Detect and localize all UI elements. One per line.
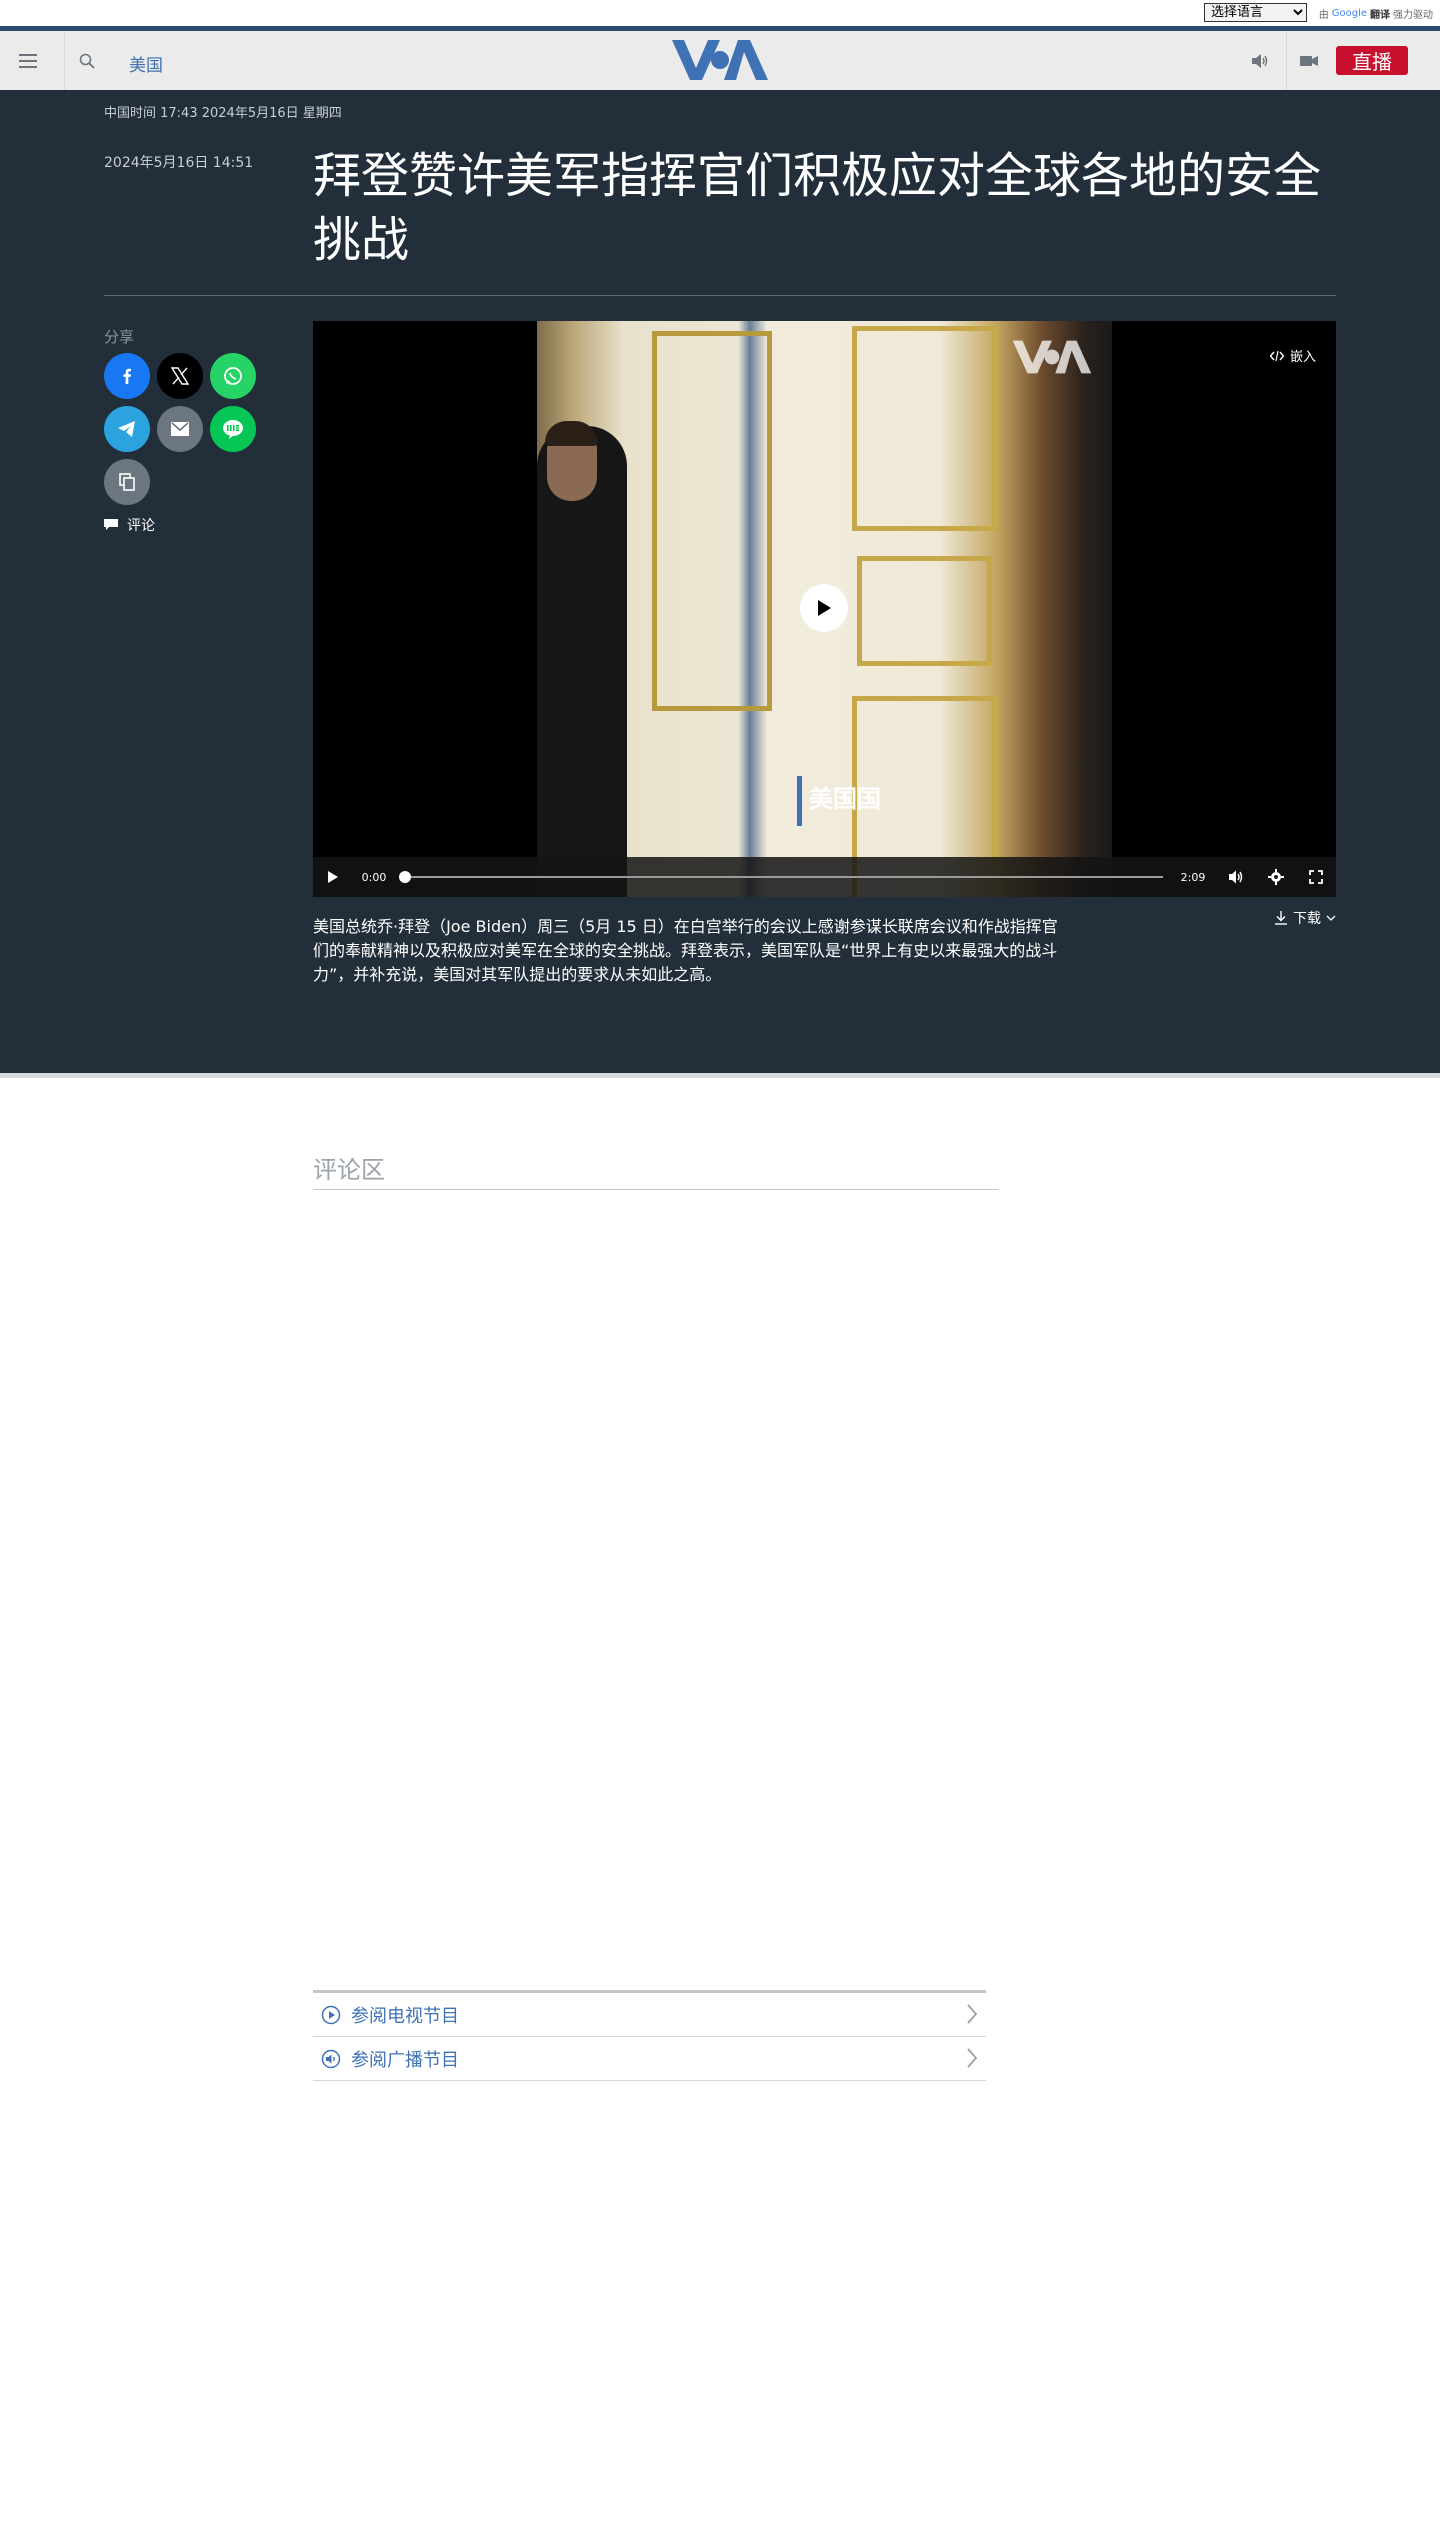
whatsapp-share-button[interactable] [210, 353, 256, 399]
google-logo-icon: Google [1332, 8, 1367, 19]
video-player[interactable]: 美国国 嵌入 0:00 2:09 [313, 321, 1336, 897]
chevron-right-icon [967, 2004, 978, 2024]
publish-date: 2024年5月16日 14:51 [104, 155, 254, 171]
current-time: 0:00 [361, 870, 387, 884]
fullscreen-button[interactable] [1302, 857, 1330, 897]
program-link-tv[interactable]: 参阅电视节目 [313, 1993, 986, 2037]
facebook-icon [123, 368, 131, 384]
audio-circle-icon [321, 2049, 341, 2068]
door-panel-decoration [852, 326, 997, 531]
voa-logo[interactable] [670, 38, 770, 82]
chevron-down-icon [1326, 915, 1336, 921]
play-icon [328, 871, 338, 883]
comments-section-title: 评论区 [313, 1150, 999, 1190]
program-link-label: 参阅广播节目 [351, 2049, 459, 2071]
progress-bar[interactable] [403, 876, 1163, 878]
play-button[interactable] [319, 857, 347, 897]
facebook-share-button[interactable] [104, 353, 150, 399]
play-icon [818, 600, 831, 616]
copy-icon [119, 473, 135, 491]
voa-watermark-icon [1012, 340, 1092, 374]
translate-word[interactable]: 翻译 [1370, 6, 1390, 21]
line-share-button[interactable] [210, 406, 256, 452]
whatsapp-icon [224, 367, 242, 385]
search-icon[interactable] [64, 31, 108, 90]
person-hair [545, 421, 597, 446]
download-icon [1275, 911, 1287, 925]
telegram-icon [118, 421, 135, 437]
comment-link[interactable]: 评论 [104, 515, 155, 535]
download-label: 下载 [1293, 911, 1321, 927]
comment-icon [104, 519, 118, 530]
email-share-button[interactable] [157, 406, 203, 452]
powered-prefix: 由 [1318, 10, 1329, 21]
video-controls: 0:00 2:09 [313, 857, 1336, 897]
top-navigation: 美国 直播 [0, 26, 1440, 90]
email-icon [171, 422, 189, 436]
live-button[interactable]: 直播 [1336, 46, 1408, 75]
language-select[interactable]: 选择语言 [1204, 3, 1307, 22]
duration: 2:09 [1180, 870, 1206, 884]
telegram-share-button[interactable] [104, 406, 150, 452]
embed-label: 嵌入 [1289, 350, 1316, 365]
gear-icon [1268, 869, 1284, 885]
program-link-label: 参阅电视节目 [351, 2005, 459, 2027]
fullscreen-icon [1309, 870, 1323, 884]
headline-divider [104, 295, 1336, 296]
play-circle-icon [321, 2005, 341, 2024]
embed-button[interactable]: 嵌入 [1269, 346, 1316, 365]
download-button[interactable]: 下载 [1274, 908, 1336, 928]
volume-icon [1229, 870, 1243, 884]
share-label: 分享 [104, 328, 135, 346]
menu-icon[interactable] [6, 31, 50, 90]
program-link-radio[interactable]: 参阅广播节目 [313, 2037, 986, 2081]
article-area: 中国时间 17:43 2024年5月16日 星期四 2024年5月16日 14:… [0, 90, 1440, 1073]
article-headline: 拜登赞许美军指挥官们积极应对全球各地的安全挑战 [313, 148, 1322, 268]
code-icon [1269, 350, 1284, 361]
settings-button[interactable] [1262, 857, 1290, 897]
video-camera-icon[interactable] [1286, 31, 1330, 90]
x-icon [171, 367, 189, 385]
google-text: Google [1331, 8, 1367, 19]
x-share-button[interactable] [157, 353, 203, 399]
translate-bar: 选择语言 由 Google 翻译 强力驱动 [0, 0, 1440, 26]
section-link-us[interactable]: 美国 [129, 51, 163, 76]
video-description: 美国总统乔·拜登（Joe Biden）周三（5月 15 日）在白宫举行的会议上感… [313, 917, 1058, 984]
powered-suffix: 强力驱动 [1393, 10, 1433, 21]
video-caption-overlay: 美国国 [809, 785, 881, 813]
line-icon [223, 420, 243, 439]
copy-link-button[interactable] [104, 459, 150, 505]
door-panel-decoration [857, 556, 992, 666]
volume-button[interactable] [1222, 857, 1250, 897]
audio-icon[interactable] [1238, 31, 1282, 90]
program-links: 参阅电视节目 参阅广播节目 [313, 1990, 986, 2081]
play-big-button[interactable] [800, 584, 848, 632]
mirror-frame-decoration [652, 331, 772, 711]
comment-link-label: 评论 [127, 518, 155, 534]
powered-by-google: 由 Google 翻译 强力驱动 [1319, 6, 1433, 21]
chevron-right-icon [967, 2048, 978, 2068]
article-bottom-border [0, 1073, 1440, 1078]
caption-accent-bar [797, 776, 802, 826]
current-datetime: 中国时间 17:43 2024年5月16日 星期四 [104, 106, 342, 121]
progress-handle[interactable] [399, 871, 411, 883]
